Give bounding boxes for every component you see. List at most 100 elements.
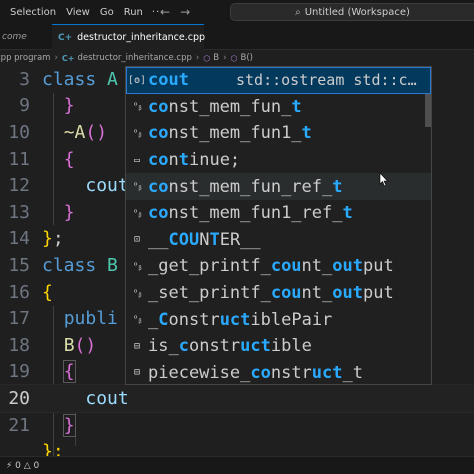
autocomplete-suggestions[interactable]: [ꙩ] cout std::ostream std::c… ᵒᵦ const_mem_f… bbox=[125, 66, 432, 385]
label-text: put bbox=[362, 256, 394, 277]
label-text: _t bbox=[342, 362, 363, 383]
keyword-token: publi bbox=[63, 308, 118, 330]
suggestion-label: _set_printf_count_output bbox=[148, 283, 394, 303]
function-icon: ᵒᵦ bbox=[132, 287, 142, 299]
match-highlight: cou bbox=[270, 283, 302, 304]
match-highlight: co bbox=[148, 96, 169, 117]
label-text: inue; bbox=[188, 150, 241, 171]
suggestion-label: const_mem_fun1_t bbox=[148, 123, 312, 143]
keyword-icon: ▭ bbox=[133, 154, 141, 166]
label-text: onstr bbox=[188, 336, 241, 357]
line-number: 9 bbox=[19, 95, 30, 117]
class-icon: ᵒᵦ bbox=[132, 314, 142, 326]
breadcrumb-file[interactable]: C+ destructor_inheritance.cpp bbox=[62, 53, 192, 63]
label-text: _get_printf_ bbox=[148, 256, 271, 277]
breadcrumb-folder[interactable]: cpp program bbox=[0, 53, 50, 63]
code-text: }; bbox=[42, 441, 64, 456]
chevron-right-icon: › bbox=[54, 53, 58, 63]
problems-indicator[interactable]: ⚡ 0 △ 0 bbox=[6, 461, 39, 471]
breadcrumb-file-label: destructor_inheritance.cpp bbox=[77, 53, 192, 63]
brace-token: { bbox=[62, 360, 76, 384]
match-highlight: co bbox=[148, 176, 169, 197]
menu-go[interactable]: Go bbox=[95, 7, 119, 18]
label-text: nt_ bbox=[301, 256, 333, 277]
label-text: ible bbox=[270, 336, 312, 357]
search-icon: ⌕ bbox=[295, 6, 301, 18]
suggestion-label: is_constructible bbox=[148, 336, 312, 356]
code-text: { bbox=[42, 149, 75, 170]
menu-run[interactable]: Run bbox=[119, 7, 148, 18]
menu-view[interactable]: View bbox=[61, 7, 95, 18]
label-text: onstr bbox=[168, 309, 220, 330]
class-icon: ᵒᵦ bbox=[132, 101, 142, 113]
line-number: 17 bbox=[8, 308, 30, 330]
tab-destructor-inheritance[interactable]: C+ destructor_inheritance.cpp bbox=[52, 24, 206, 50]
suggestion-item[interactable]: ᵒᵦ _set_printf_count_output bbox=[126, 280, 431, 307]
suggestion-label: piecewise_construct_t bbox=[148, 363, 363, 383]
breadcrumb: cpp program › C+ destructor_inheritance.c… bbox=[0, 50, 474, 66]
match-highlight: t bbox=[178, 150, 189, 171]
label-text: _set_printf_ bbox=[148, 283, 271, 304]
suggestion-label: const_mem_fun1_ref_t bbox=[148, 203, 353, 223]
label-text: nst_mem_fun1_ bbox=[168, 123, 302, 144]
label-text: nst_mem_fun_ref_ bbox=[168, 176, 333, 197]
back-arrow-icon[interactable]: ← bbox=[160, 5, 170, 19]
line-number: 18 bbox=[8, 334, 30, 356]
label-text: n bbox=[168, 150, 179, 171]
brace-token: }; bbox=[42, 441, 64, 456]
tab-previous[interactable]: come bbox=[0, 24, 52, 50]
label-text: put bbox=[362, 283, 394, 304]
label-text: iblePair bbox=[250, 309, 333, 330]
class-symbol-icon: ⬡ bbox=[203, 53, 211, 63]
forward-arrow-icon[interactable]: → bbox=[180, 5, 190, 19]
breadcrumb-method[interactable]: ⬡ B() bbox=[231, 53, 253, 63]
cpp-file-icon: C+ bbox=[58, 32, 73, 43]
suggestion-item[interactable]: ⊟ is_constructible bbox=[126, 333, 431, 360]
suggestion-item[interactable]: ᵒᵦ _ConstructiblePair bbox=[126, 306, 431, 333]
suggestion-item[interactable]: ⊡ __COUNTER__ bbox=[126, 227, 431, 254]
code-line: }; bbox=[0, 438, 474, 456]
suggestion-item[interactable]: ᵒᵦ const_mem_fun1_ref_t bbox=[126, 200, 431, 227]
function-token: ~A bbox=[63, 121, 86, 143]
code-text: class B bbox=[42, 255, 118, 276]
match-highlight: out bbox=[332, 256, 363, 277]
label-text: nstr bbox=[270, 362, 312, 383]
tab-previous-label: come bbox=[2, 32, 27, 42]
line-number: 13 bbox=[8, 201, 30, 223]
code-text: } bbox=[42, 95, 75, 116]
suggestion-label: __COUNTER__ bbox=[148, 230, 261, 250]
navigation-arrows: ← → bbox=[160, 5, 190, 19]
match-highlight: co bbox=[250, 362, 271, 383]
brace-token: } bbox=[63, 201, 75, 223]
match-highlight: co bbox=[148, 203, 169, 224]
command-center[interactable]: ⌕ Untitled (Workspace) bbox=[230, 3, 474, 21]
class-icon: ᵒᵦ bbox=[132, 127, 142, 139]
brace-token: } bbox=[63, 95, 75, 117]
brace-token: { bbox=[42, 281, 53, 303]
menu-selection[interactable]: Selection bbox=[0, 7, 61, 18]
brace-token: { bbox=[63, 148, 75, 170]
tab-active-label: destructor_inheritance.cpp bbox=[77, 32, 206, 43]
suggestion-item[interactable]: ▭ continue; bbox=[126, 147, 431, 174]
suggestion-label: cout bbox=[148, 70, 189, 90]
match-highlight: co bbox=[148, 150, 169, 171]
breadcrumb-class[interactable]: ⬡ B bbox=[203, 53, 219, 63]
function-token: B bbox=[63, 334, 75, 356]
class-icon: ᵒᵦ bbox=[132, 181, 142, 193]
function-icon: ᵒᵦ bbox=[132, 260, 142, 272]
suggestion-item[interactable]: ᵒᵦ _get_printf_count_output bbox=[126, 253, 431, 280]
match-highlight: t bbox=[301, 123, 312, 144]
cpp-file-icon: C+ bbox=[61, 53, 75, 63]
suggestion-item[interactable]: ᵒᵦ const_mem_fun1_t bbox=[126, 120, 431, 147]
match-highlight: t bbox=[332, 176, 343, 197]
tab-strip: come C+ destructor_inheritance.cpp bbox=[0, 24, 474, 50]
status-bar: ⚡ 0 △ 0 bbox=[0, 456, 474, 474]
suggestion-item[interactable]: [ꙩ] cout std::ostream std::c… bbox=[126, 67, 431, 94]
suggestion-label: _ConstructiblePair bbox=[148, 310, 332, 330]
chevron-right-icon: › bbox=[223, 53, 227, 63]
label-text: nst_mem_fun1_ref_ bbox=[168, 203, 343, 224]
brace-token: } bbox=[62, 413, 76, 437]
code-text: } bbox=[42, 413, 76, 437]
suggestion-item[interactable]: ⊟ piecewise_construct_t bbox=[126, 360, 431, 384]
suggestion-item[interactable]: ᵒᵦ const_mem_fun_t bbox=[126, 94, 431, 121]
